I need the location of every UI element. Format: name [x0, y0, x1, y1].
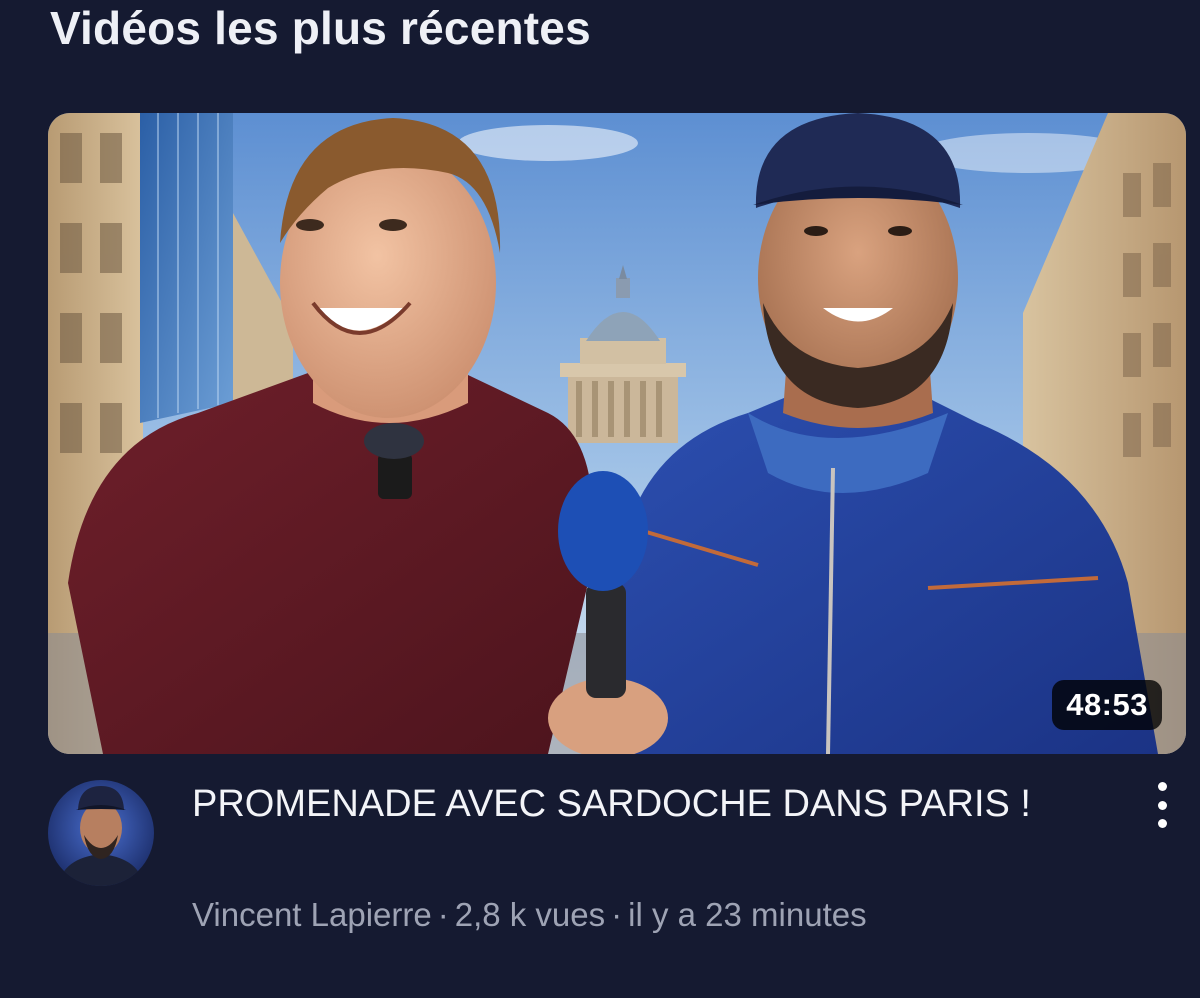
video-thumbnail[interactable]: 48:53	[48, 113, 1186, 754]
menu-dot	[1157, 819, 1167, 828]
view-count: 2,8 k vues	[454, 896, 606, 933]
meta-separator: ·	[437, 896, 449, 933]
video-title[interactable]: PROMENADE AVEC SARDOCHE DANS PARIS !	[192, 778, 1092, 830]
thumbnail-image	[48, 113, 1186, 754]
channel-avatar[interactable]	[48, 780, 154, 886]
channel-name[interactable]: Vincent Lapierre	[192, 896, 432, 933]
video-meta: Vincent Lapierre · 2,8 k vues · il y a 23 mi…	[192, 893, 867, 937]
menu-dot	[1157, 782, 1167, 791]
video-duration-badge: 48:53	[1052, 680, 1162, 730]
meta-separator: ·	[611, 896, 623, 933]
more-vertical-icon[interactable]	[1142, 782, 1182, 828]
menu-dot	[1157, 800, 1167, 810]
page: Vidéos les plus récentes 48:53 PROMENADE…	[0, 0, 1200, 998]
channel-avatar-icon	[48, 780, 154, 886]
publish-time: il y a 23 minutes	[628, 896, 867, 933]
section-title: Vidéos les plus récentes	[50, 2, 591, 54]
